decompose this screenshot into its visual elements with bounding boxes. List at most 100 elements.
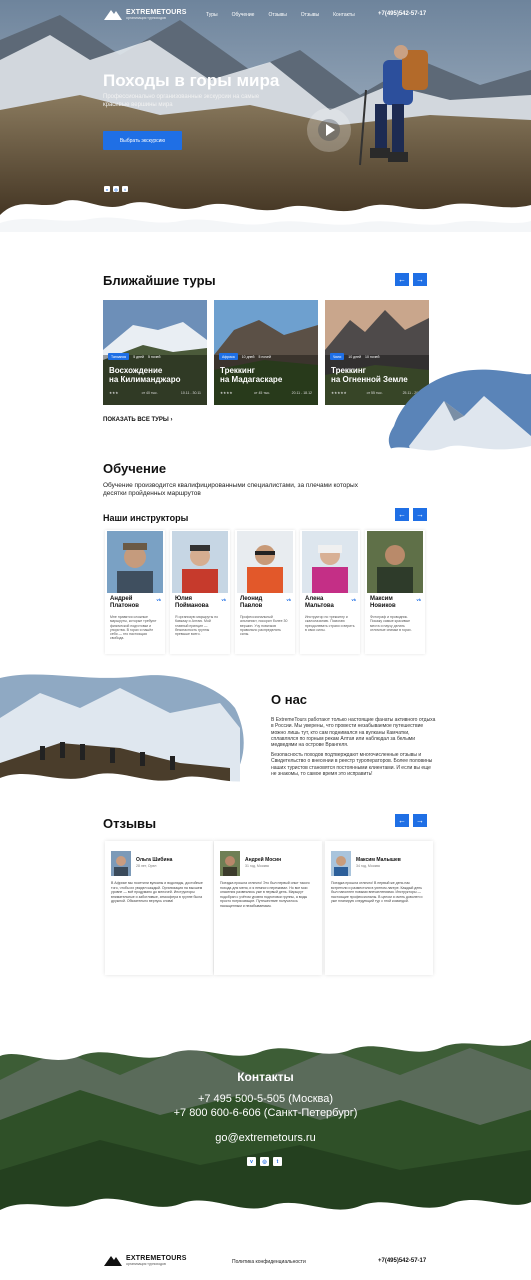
instructor-card[interactable]: Алена Мальтова vk Инструктор по треккингу… [300, 530, 360, 654]
instructor-bio: Мне нравятся сложные маршруты, которые т… [110, 615, 157, 641]
instructor-card[interactable]: Леонид Павлов vk Профессиональный альпини… [235, 530, 295, 654]
brand-name: EXTREMETOURS [126, 1254, 187, 1262]
instructor-bio: Инструктор по треккингу и скалолазанию. … [305, 615, 355, 632]
choose-tour-button[interactable]: Выбрать экскурсию [103, 131, 182, 150]
tour-rating: ★★★★ [220, 391, 233, 395]
tour-name-line2: на Мадагаскаре [220, 375, 283, 384]
instructor-card[interactable]: Юлия Пойманова vk Я организую маршруты по… [170, 530, 230, 654]
contacts-forest-background [0, 1020, 531, 1242]
nav-item-tours[interactable]: Туры [206, 12, 218, 18]
about-hikers-image [0, 668, 250, 803]
nav-item-reviews-1[interactable]: Отзывы [268, 12, 286, 18]
instructor-photo [107, 531, 163, 593]
tours-next-button[interactable]: → [413, 273, 427, 286]
tour-country-tag: Чили [330, 353, 345, 360]
show-all-label: ПОКАЗАТЬ ВСЕ ТУРЫ [103, 417, 169, 423]
vk-icon[interactable]: vk [352, 597, 356, 602]
chevron-right-icon: › [170, 417, 173, 423]
contacts-phone-moscow[interactable]: +7 495 500-5-505 (Москва) [0, 1093, 531, 1105]
tour-tags: Африка 10 дней 5 ночей [219, 353, 271, 360]
footer-phone[interactable]: +7(495)542-57-17 [378, 1258, 426, 1264]
mountain-logo-icon [104, 10, 122, 20]
contacts-section: Контакты +7 495 500-5-505 (Москва) +7 80… [0, 1020, 531, 1242]
tour-rating: ★★★★★ [331, 391, 347, 395]
instructor-card[interactable]: Андрей Платонов vk Мне нравятся сложные м… [105, 530, 165, 654]
education-text: Обучение производится квалифицированными… [103, 482, 358, 497]
reviewer-name: Ольга Шибина [136, 857, 173, 863]
tour-price: от 55 тыс. [366, 391, 383, 395]
tour-price: от 45 тыс. [254, 391, 271, 395]
review-card: Максим Малышев 34 год, Москва Поездка пр… [325, 841, 433, 975]
instructors-prev-button[interactable]: ← [395, 508, 409, 521]
brand-logo[interactable]: EXTREMETOURS организация турпоходов [104, 8, 187, 20]
vk-icon[interactable]: vk [287, 597, 291, 602]
reviews-title: Отзывы [103, 816, 157, 831]
brand-tagline: организация турпоходов [126, 15, 166, 20]
reviews-prev-button[interactable]: ← [395, 814, 409, 827]
nav-item-education[interactable]: Обучение [232, 12, 255, 18]
instructor-photo [237, 531, 293, 593]
reviewer-photo [331, 851, 351, 876]
reviewer-meta: 34 год, Москва [356, 864, 380, 868]
vk-icon[interactable]: vk [222, 597, 226, 602]
reviewer-photo [220, 851, 240, 876]
hero-cloud-divider [0, 200, 531, 232]
tours-arrows: ← → [395, 273, 427, 286]
instructor-name: Андрей Платонов [110, 596, 139, 609]
review-text: В Африке мы посетили вулканы и водопады,… [111, 881, 203, 904]
vk-icon[interactable]: vk [417, 597, 421, 602]
reviews-next-button[interactable]: → [413, 814, 427, 827]
review-card: Андрей Мосин 31 год, Москва Поездка прош… [214, 841, 322, 975]
brand-name: EXTREMETOURS [126, 8, 187, 16]
instructor-card[interactable]: Максим Новиков vk Фотограф и проводник. П… [365, 530, 425, 654]
review-text: Поездка прошла отлично! Это был первый о… [220, 881, 310, 908]
tour-info: ★★★ от 40 тыс. 10.11 - 30.11 [109, 391, 201, 395]
reviewer-meta: 28 лет, Орел [136, 864, 157, 868]
instructor-name: Юлия Пойманова [175, 596, 209, 609]
contacts-phone-spb[interactable]: +7 800 600-6-606 (Санкт-Петербург) [0, 1107, 531, 1119]
hero-section: EXTREMETOURS организация турпоходов Туры… [0, 0, 531, 232]
tour-name-line1: Треккинг [220, 366, 256, 375]
review-card: Ольга Шибина 28 лет, Орел В Африке мы по… [105, 841, 213, 975]
nav-item-contacts[interactable]: Контакты [333, 12, 355, 18]
instructor-photo [302, 531, 358, 593]
tour-nights: 5 ночей [258, 354, 271, 359]
instructor-bio: Я организую маршруты по Кавказу и Алтаю.… [175, 615, 219, 637]
tour-days: 5 дней [133, 354, 144, 359]
privacy-policy-link[interactable]: Политика конфиденциальности [232, 1259, 306, 1265]
instructors-title: Наши инструкторы [103, 513, 189, 523]
play-video-button[interactable] [307, 108, 351, 152]
show-all-tours-link[interactable]: ПОКАЗАТЬ ВСЕ ТУРЫ › [103, 417, 172, 423]
tour-rating: ★★★ [109, 391, 119, 395]
contacts-email[interactable]: go@extremetours.ru [0, 1132, 531, 1144]
instagram-icon[interactable]: ◎ [260, 1157, 269, 1166]
vk-icon[interactable]: vk [157, 597, 161, 602]
about-paragraph-2: Безопасность походов подтверждают многоч… [271, 752, 433, 777]
twitter-icon[interactable]: t [273, 1157, 282, 1166]
nav-item-reviews-2[interactable]: Отзывы [301, 12, 319, 18]
tour-name-line2: на Килиманджаро [109, 375, 181, 384]
top-navigation-bar: EXTREMETOURS организация турпоходов Туры… [0, 0, 531, 30]
tour-days: 10 дней [348, 354, 362, 359]
footer-logo[interactable]: EXTREMETOURS организация турпоходов [104, 1254, 187, 1266]
tour-card-kilimanjaro[interactable]: Танзания 5 дней 5 ночей Восхождение на К… [103, 300, 207, 405]
mountain-logo-icon [104, 1256, 122, 1266]
reviewer-name: Максим Малышев [356, 857, 401, 863]
reviews-arrows: ← → [395, 814, 427, 827]
tours-prev-button[interactable]: ← [395, 273, 409, 286]
instructor-name: Максим Новиков [370, 596, 396, 609]
tour-info: ★★★★ от 45 тыс. 20.11 - 18.12 [220, 391, 312, 395]
tour-nights: 5 ночей [148, 354, 161, 359]
header-phone[interactable]: +7(495)542-57-17 [378, 11, 426, 17]
play-icon [326, 124, 335, 136]
decorative-mountain-right [384, 369, 531, 461]
instructors-next-button[interactable]: → [413, 508, 427, 521]
vk-icon[interactable]: v [247, 1157, 256, 1166]
tour-name: Восхождение на Килиманджаро [109, 366, 180, 384]
instructor-bio: Фотограф и проводник. Покажу самые краси… [370, 615, 412, 632]
tour-tags: Танзания 5 дней 5 ночей [108, 353, 160, 360]
hero-title: Походы в горы мира [103, 71, 280, 90]
tour-card-madagascar[interactable]: Африка 10 дней 5 ночей Треккинг на Мадаг… [214, 300, 318, 405]
tour-country-tag: Танзания [108, 353, 130, 360]
tour-days: 10 дней [241, 354, 255, 359]
